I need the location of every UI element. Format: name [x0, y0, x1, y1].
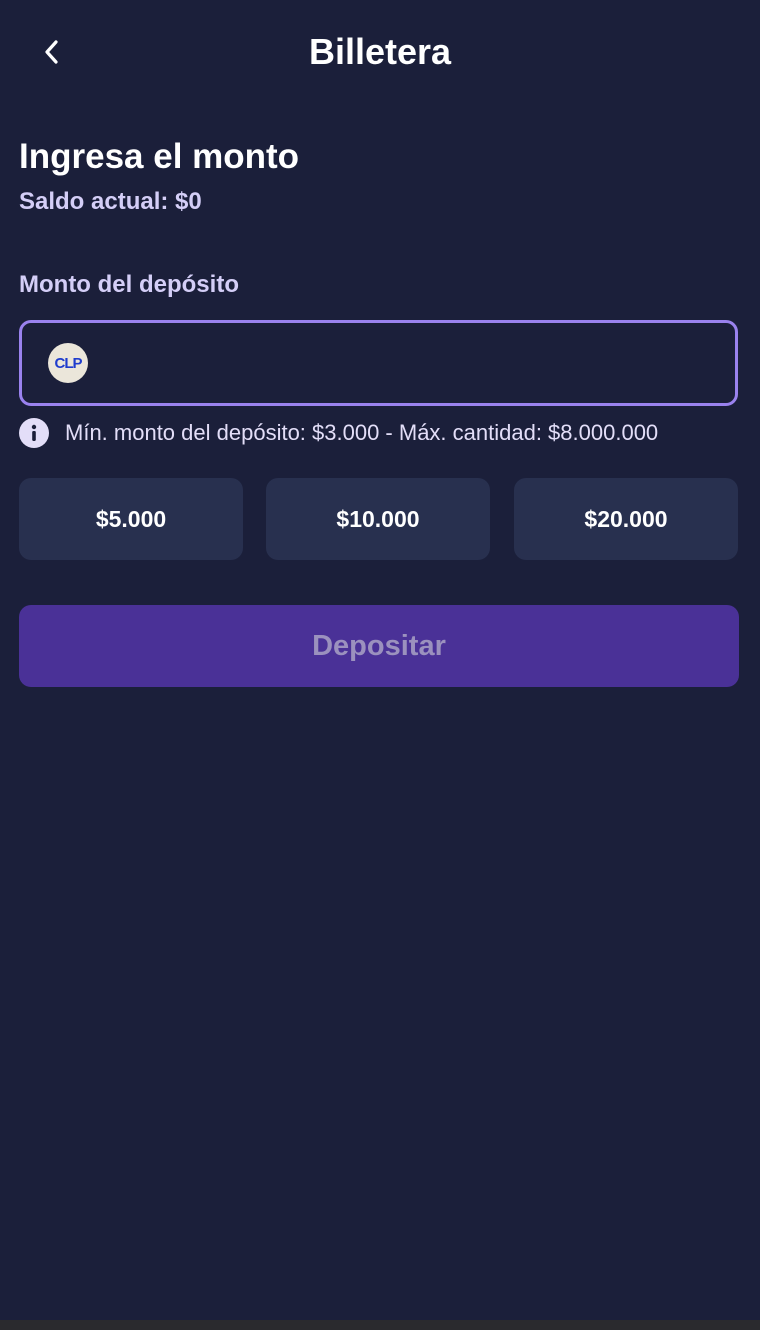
top-header: Billetera: [0, 0, 760, 104]
clp-currency-icon: CLP: [48, 343, 88, 383]
quick-amount-20000-button[interactable]: $20.000: [514, 478, 738, 560]
quick-amount-10000-button[interactable]: $10.000: [266, 478, 490, 560]
page-title: Billetera: [308, 31, 452, 72]
deposit-amount-label: Monto del depósito: [19, 271, 239, 298]
deposit-submit-button[interactable]: Depositar: [19, 605, 739, 687]
currency-badge-label: CLP: [54, 354, 83, 372]
deposit-heading: Ingresa el monto: [19, 137, 300, 176]
deposit-amount-field[interactable]: CLP: [19, 320, 738, 406]
deposit-limits-text: Mín. monto del depósito: $3.000 - Máx. c…: [65, 420, 659, 445]
current-balance: Saldo actual: $0: [19, 188, 202, 215]
info-icon: [19, 418, 49, 448]
quick-amount-5000-button[interactable]: $5.000: [19, 478, 243, 560]
deposit-limits: Mín. monto del depósito: $3.000 - Máx. c…: [19, 418, 658, 448]
bottom-bar: [0, 1320, 760, 1330]
deposit-amount-input[interactable]: [104, 332, 719, 394]
quick-amount-options: $5.000 $10.000 $20.000: [19, 478, 739, 560]
